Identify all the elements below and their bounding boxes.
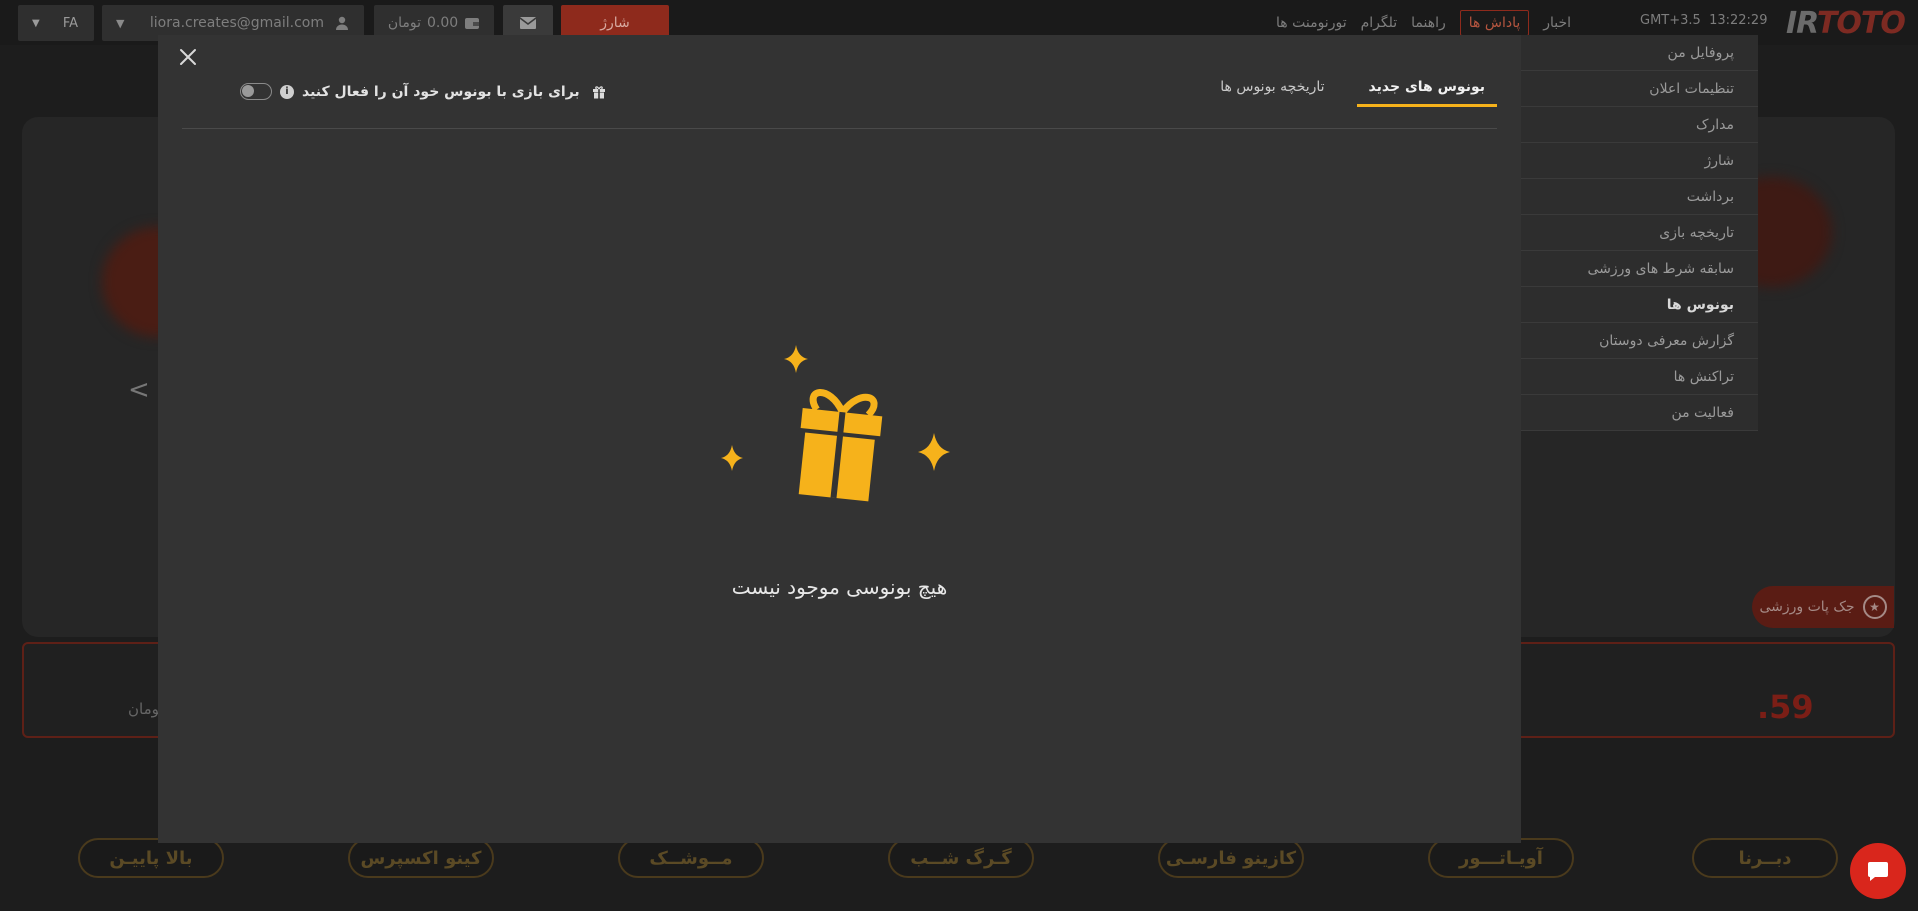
language-selector[interactable]: ▼ FA	[18, 5, 94, 41]
menu-item-withdraw[interactable]: برداشت	[1521, 179, 1758, 215]
user-email: liora.creates@gmail.com	[149, 15, 324, 31]
language-label: FA	[62, 15, 78, 31]
jackpot-value: .59	[1757, 688, 1814, 726]
menu-item-sport-bets-history[interactable]: سابقه شرط های ورزشی	[1521, 251, 1758, 287]
empty-state-message: هیچ بونوسی موجود نیست	[731, 575, 948, 599]
chevron-down-icon: ▼	[116, 16, 125, 30]
gift-icon	[592, 85, 605, 98]
menu-item-game-history[interactable]: تاریخچه بازی	[1521, 215, 1758, 251]
star-icon: ★	[1862, 595, 1887, 619]
live-chat-button[interactable]	[1850, 843, 1906, 899]
menu-item-profile[interactable]: پروفایل من	[1521, 35, 1758, 71]
currency-label: تومان	[387, 15, 421, 31]
nav-telegram[interactable]: تلگرام	[1361, 15, 1398, 31]
tab-new-bonuses[interactable]: بونوس های جدید	[1356, 75, 1497, 107]
close-icon[interactable]	[176, 45, 200, 69]
menu-item-referral-report[interactable]: گزارش معرفی دوستان	[1521, 323, 1758, 359]
bonus-toggle-label: برای بازی با بونوس خود آن را فعال کنید	[302, 83, 580, 100]
time-value: 13:22:29	[1709, 13, 1768, 28]
mail-icon	[520, 17, 536, 29]
bonuses-modal: i برای بازی با بونوس خود آن را فعال کنید…	[158, 35, 1521, 843]
menu-item-deposit[interactable]: شارژ	[1521, 143, 1758, 179]
info-icon[interactable]: i	[280, 84, 294, 99]
account-menu: پروفایل من تنظیمات اعلان مدارک شارژ بردا…	[1521, 35, 1758, 431]
gift-illustration	[721, 345, 950, 502]
games-strip: بالا پاییـن کینو اکسپرس مــوشــک گـرگ شـ…	[78, 838, 1838, 878]
game-badge[interactable]: گـرگ شــب	[888, 838, 1034, 878]
bonus-activation-row: i برای بازی با بونوس خود آن را فعال کنید	[240, 83, 606, 100]
chevron-down-icon: ▼	[32, 17, 40, 29]
game-badge[interactable]: مــوشــک	[618, 838, 764, 878]
clock: GMT+3.5 13:22:29	[1640, 13, 1767, 28]
menu-item-transactions[interactable]: تراکنش ها	[1521, 359, 1758, 395]
chat-icon	[1868, 862, 1888, 881]
game-badge[interactable]: بالا پاییـن	[78, 838, 224, 878]
site-logo[interactable]: IRTOTO	[1786, 6, 1906, 41]
sport-jackpot-button[interactable]: جک پات ورزشی ★	[1752, 586, 1894, 628]
game-badge[interactable]: آویـاتـــور	[1428, 838, 1574, 878]
tab-bonus-history[interactable]: تاریخچه بونوس ها	[1208, 75, 1336, 107]
nav-guide[interactable]: راهنما	[1411, 15, 1446, 31]
menu-item-my-activity[interactable]: فعالیت من	[1521, 395, 1758, 431]
sparkle-icon	[721, 445, 743, 471]
top-nav: تورنومنت ها تلگرام راهنما پاداش ها اخبار	[1276, 8, 1571, 38]
bonus-toggle[interactable]	[240, 83, 272, 100]
timezone: GMT+3.5	[1640, 13, 1701, 28]
menu-item-notification-settings[interactable]: تنظیمات اعلان	[1521, 71, 1758, 107]
balance-value: 0.00	[427, 15, 459, 31]
menu-item-documents[interactable]: مدارک	[1521, 107, 1758, 143]
nav-tournaments[interactable]: تورنومنت ها	[1276, 15, 1347, 31]
game-badge[interactable]: کازینو فارسـی	[1158, 838, 1304, 878]
game-badge[interactable]: کینو اکسپرس	[348, 838, 494, 878]
tabs-divider	[182, 128, 1497, 129]
sparkle-icon	[918, 433, 950, 471]
nav-news[interactable]: اخبار	[1543, 15, 1571, 31]
chevron-left-icon[interactable]: <	[128, 375, 150, 405]
bonus-tabs: تاریخچه بونوس ها بونوس های جدید	[1208, 75, 1497, 107]
user-icon	[336, 16, 348, 30]
sparkle-icon	[784, 345, 808, 373]
menu-item-bonuses[interactable]: بونوس ها	[1521, 287, 1758, 323]
nav-rewards[interactable]: پاداش ها	[1459, 10, 1530, 36]
game-badge[interactable]: دبــرنا	[1692, 838, 1838, 878]
wallet-icon	[465, 18, 480, 29]
